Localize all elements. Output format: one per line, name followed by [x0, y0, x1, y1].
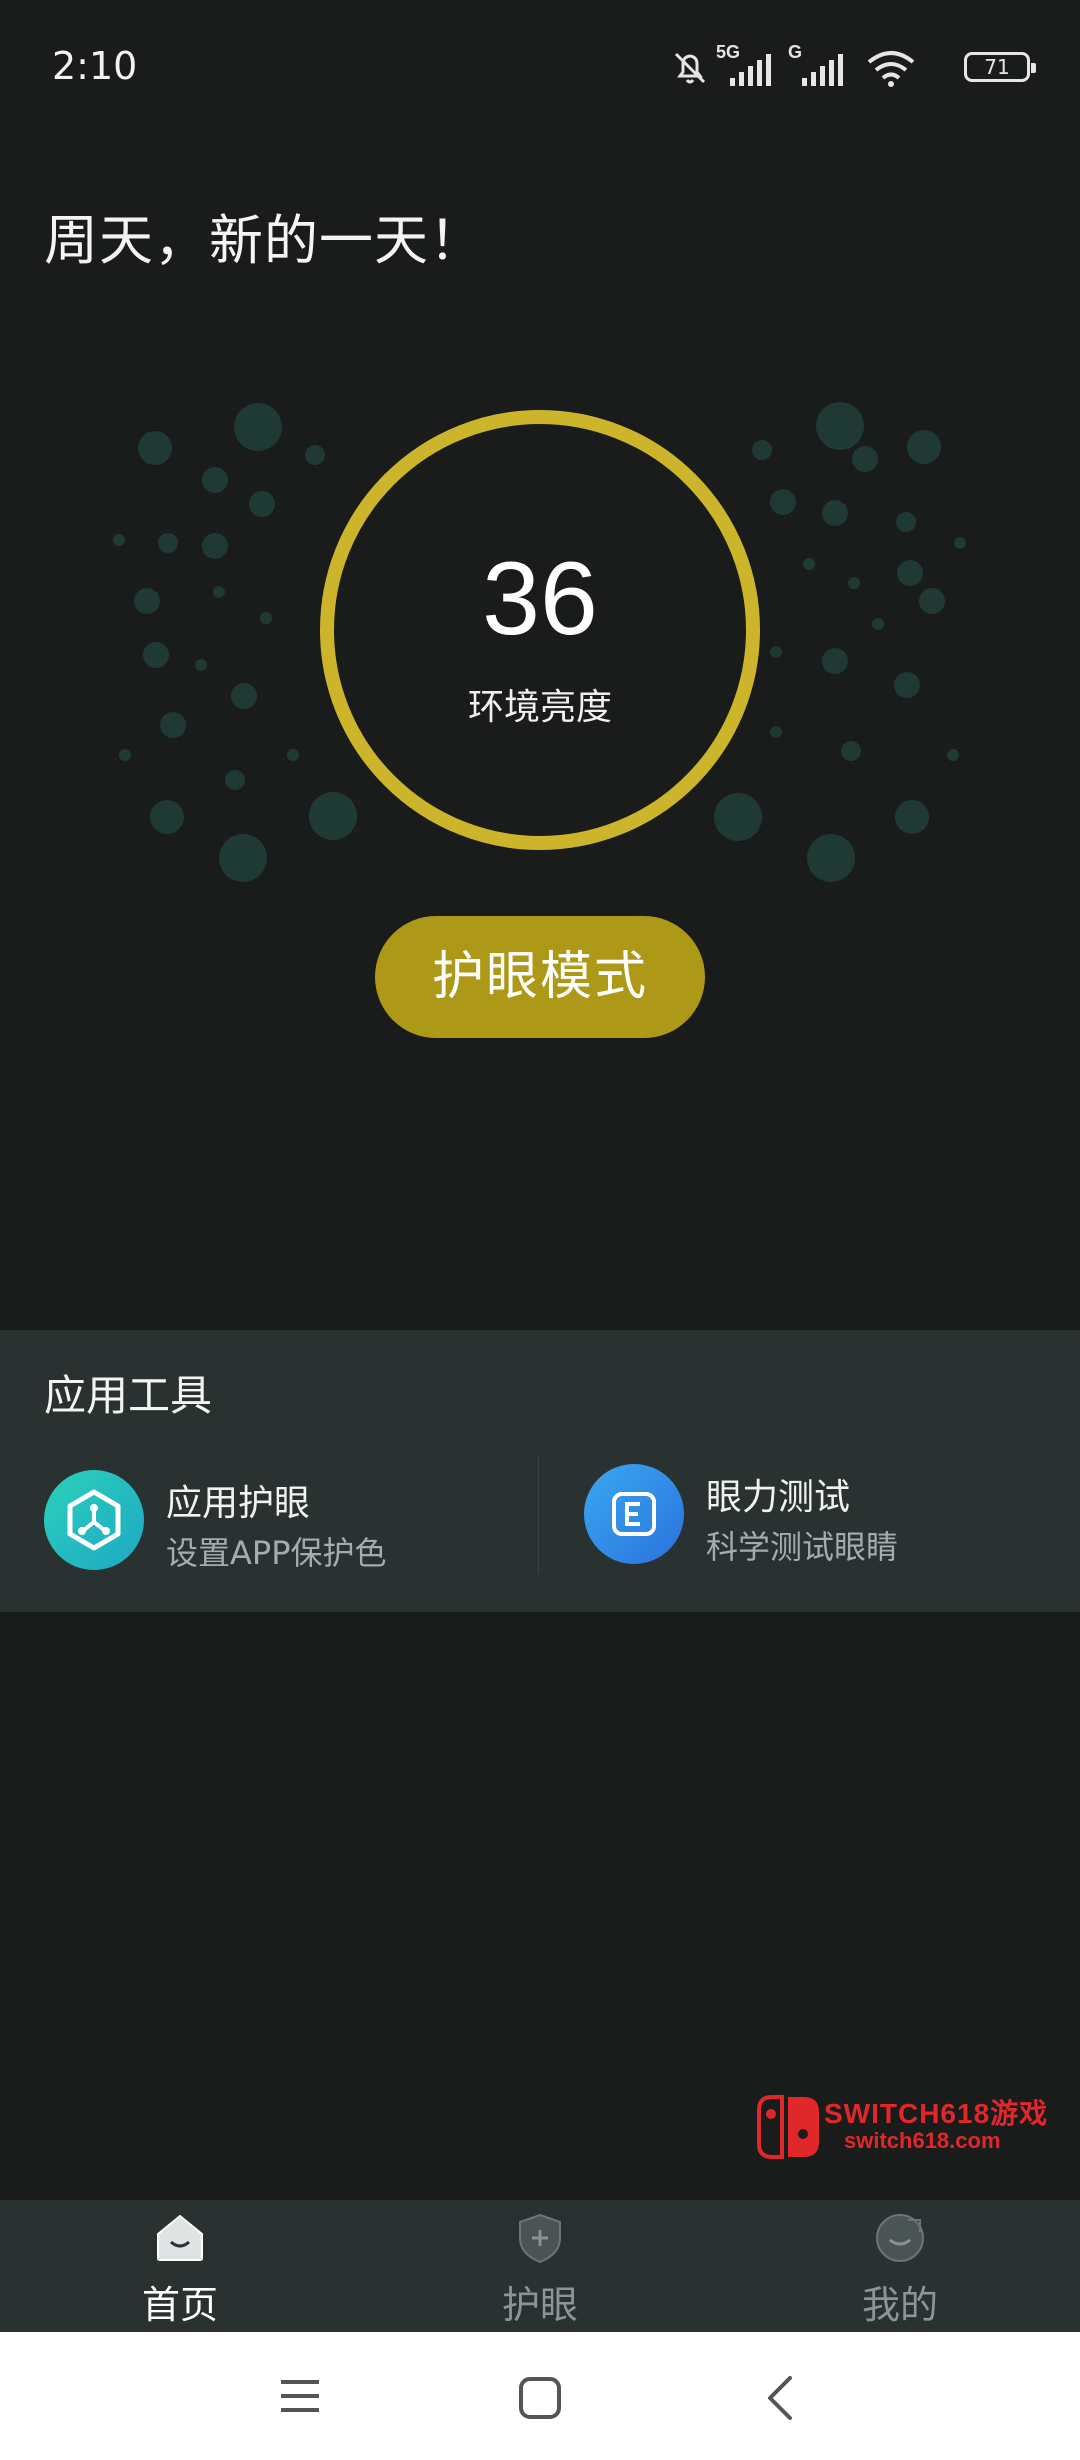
status-time: 2:10: [52, 44, 138, 88]
nav-label: 护眼: [501, 2283, 578, 2327]
home-square-icon[interactable]: [518, 2376, 562, 2420]
nav-eye-protection[interactable]: 护眼: [440, 2200, 640, 2332]
eye-protection-mode-button[interactable]: 护眼模式: [375, 916, 705, 1038]
tool-subtitle: 设置APP保护色: [166, 1534, 387, 1572]
watermark: SWITCH618游戏 switch618.com: [756, 2090, 1066, 2162]
system-nav-bar: [0, 2332, 1080, 2460]
menu-icon[interactable]: [278, 2376, 322, 2416]
brightness-value: 36: [482, 541, 598, 657]
greeting-text: 周天，新的一天！: [44, 209, 484, 272]
watermark-title: SWITCH618游戏: [824, 2098, 1049, 2129]
nav-label: 首页: [141, 2283, 218, 2327]
tool-subtitle: 科学测试眼睛: [706, 1528, 899, 1566]
tool-divider: [538, 1456, 539, 1574]
tool-title: 应用护眼: [166, 1483, 311, 1524]
tool-title: 眼力测试: [706, 1477, 851, 1518]
nav-label: 我的: [861, 2283, 938, 2327]
hexagon-icon: [44, 1470, 144, 1570]
brightness-label: 环境亮度: [467, 687, 612, 728]
mute-bell-icon: [674, 52, 706, 84]
tool-app-eye-protection[interactable]: 应用护眼 设置APP保护色: [44, 1470, 484, 1590]
watermark-url: switch618.com: [844, 2128, 1001, 2153]
signal-icon: [730, 54, 771, 86]
e-chart-icon: [584, 1464, 684, 1564]
tool-vision-test[interactable]: 眼力测试 科学测试眼睛: [584, 1464, 1024, 1584]
nav-home[interactable]: 首页: [80, 2200, 280, 2332]
profile-icon: [876, 2214, 924, 2262]
status-icons: 5G G 71: [670, 42, 1036, 90]
signal-icon-2: [802, 54, 843, 86]
battery-indicator: 71: [964, 52, 1036, 82]
bottom-nav: 首页 护眼 我的: [0, 2200, 1080, 2332]
nav-profile[interactable]: 我的: [800, 2200, 1000, 2332]
back-icon[interactable]: [760, 2374, 800, 2422]
wifi-icon: [867, 51, 915, 87]
switch-logo-icon: [757, 2095, 819, 2159]
shield-plus-icon: [519, 2213, 561, 2264]
tools-title: 应用工具: [44, 1371, 213, 1420]
home-icon: [157, 2214, 203, 2261]
